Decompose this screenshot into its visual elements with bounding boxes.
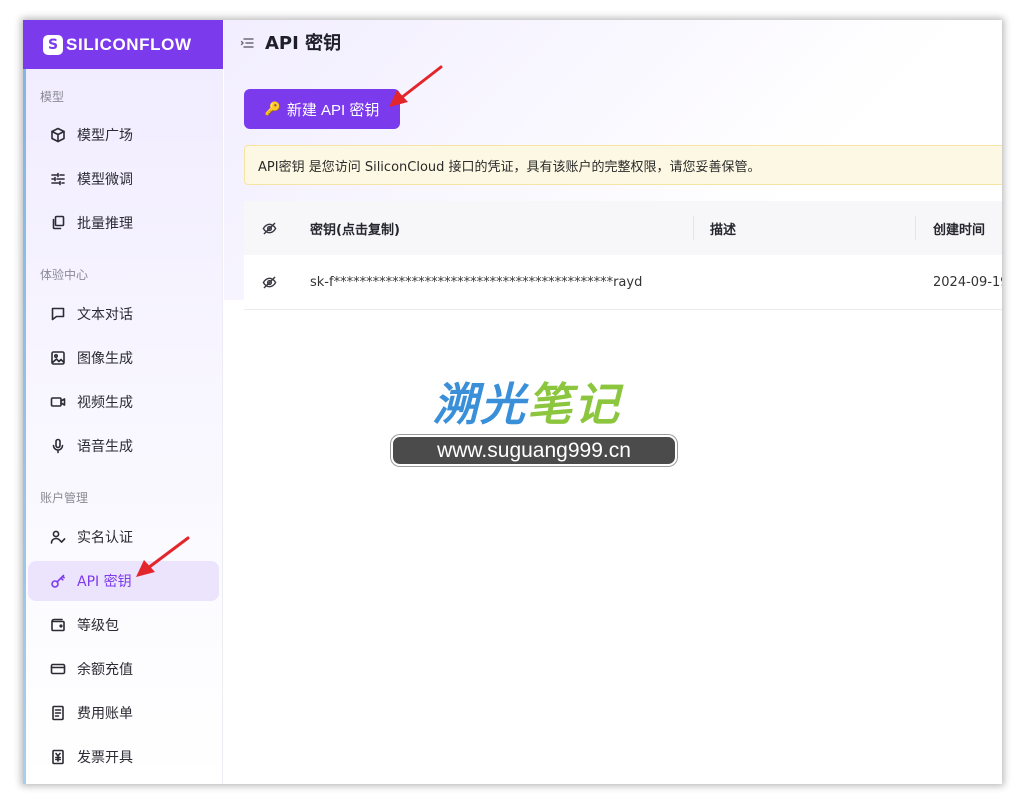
credit-card-icon	[50, 661, 66, 677]
page-title: API 密钥	[265, 33, 342, 54]
api-key-value[interactable]: sk-f************************************…	[294, 275, 694, 290]
sidebar-item-label: 发票开具	[77, 750, 133, 766]
logo[interactable]: S SILICONFLOW	[23, 20, 223, 69]
sidebar-item-text-chat[interactable]: 文本对话	[28, 294, 219, 334]
annotation-arrow	[389, 65, 443, 107]
sidebar-item-invoice[interactable]: 发票开具	[28, 737, 219, 777]
sidebar-item-level-package[interactable]: 等级包	[28, 605, 219, 645]
sidebar-item-label: 模型广场	[77, 128, 133, 144]
invoice-icon	[50, 749, 66, 765]
receipt-icon	[50, 705, 66, 721]
key-icon	[50, 573, 66, 589]
sidebar-item-label: 批量推理	[77, 216, 133, 232]
column-header-key[interactable]: 密钥(点击复制)	[294, 219, 694, 238]
sidebar-item-batch-inference[interactable]: 批量推理	[28, 203, 219, 243]
user-check-icon	[50, 529, 66, 545]
api-key-table: 密钥(点击复制) 描述 创建时间 sk-f*******************…	[244, 201, 1002, 310]
app-window: S SILICONFLOW 模型 模型广场 模型微调 批量推理 体验中心 文本对…	[23, 20, 1002, 784]
column-header-created-at: 创建时间	[933, 222, 986, 238]
section-label-models: 模型	[40, 90, 65, 104]
key-icon: 🔑	[264, 101, 281, 116]
sidebar-item-video-gen[interactable]: 视频生成	[28, 382, 219, 422]
watermark-title: 溯光笔记	[433, 378, 622, 431]
sidebar-item-label: 图像生成	[77, 351, 133, 367]
info-notice: API密钥 是您访问 SiliconCloud 接口的凭证，具有该账户的完整权限…	[244, 145, 1002, 185]
sidebar-item-billing[interactable]: 费用账单	[28, 693, 219, 733]
sidebar-item-label: 视频生成	[77, 395, 133, 411]
sidebar-item-label: 费用账单	[77, 706, 133, 722]
watermark: 溯光笔记 www.suguang999.cn	[367, 362, 677, 470]
menu-collapse-icon[interactable]	[240, 35, 254, 49]
sidebar-item-fine-tune[interactable]: 模型微调	[28, 159, 219, 199]
table-row: sk-f************************************…	[244, 255, 1002, 310]
sidebar-item-label: 等级包	[77, 618, 119, 634]
column-header-description: 描述	[710, 222, 737, 238]
sidebar-item-model-square[interactable]: 模型广场	[28, 115, 219, 155]
sidebar-item-label: 模型微调	[77, 172, 133, 188]
sliders-icon	[50, 171, 66, 187]
cube-icon	[50, 127, 66, 143]
section-label-account: 账户管理	[40, 491, 89, 505]
api-key-created-at: 2024-09-19	[933, 274, 1002, 290]
sidebar-item-image-gen[interactable]: 图像生成	[28, 338, 219, 378]
wallet-icon	[50, 617, 66, 633]
sidebar-item-label: 实名认证	[77, 530, 133, 546]
new-api-key-button-label: 新建 API 密钥	[286, 101, 380, 119]
microphone-icon	[50, 438, 66, 454]
logo-text: SILICONFLOW	[66, 34, 192, 54]
eye-off-icon[interactable]	[244, 221, 294, 236]
sidebar-item-label: API 密钥	[77, 574, 132, 590]
sidebar-item-label: 余额充值	[77, 662, 133, 678]
table-header: 密钥(点击复制) 描述 创建时间	[244, 201, 1002, 255]
sidebar: S SILICONFLOW 模型 模型广场 模型微调 批量推理 体验中心 文本对…	[23, 20, 223, 784]
column-divider	[915, 216, 916, 240]
sidebar-item-recharge[interactable]: 余额充值	[28, 649, 219, 689]
video-icon	[50, 394, 66, 410]
image-icon	[50, 350, 66, 366]
page-header: API 密钥	[224, 20, 341, 64]
sidebar-item-audio-gen[interactable]: 语音生成	[28, 426, 219, 466]
logo-icon: S	[43, 34, 63, 55]
sidebar-item-label: 文本对话	[77, 307, 133, 323]
sidebar-item-label: 语音生成	[77, 439, 133, 455]
section-label-playground: 体验中心	[40, 268, 89, 282]
annotation-arrow	[136, 536, 190, 577]
layers-icon	[50, 215, 66, 231]
eye-off-icon[interactable]	[244, 275, 294, 290]
info-notice-text: API密钥 是您访问 SiliconCloud 接口的凭证，具有该账户的完整权限…	[258, 159, 761, 175]
new-api-key-button[interactable]: 🔑 新建 API 密钥	[244, 89, 400, 129]
chat-icon	[50, 306, 66, 322]
watermark-url: www.suguang999.cn	[391, 435, 677, 466]
column-divider	[693, 216, 694, 240]
